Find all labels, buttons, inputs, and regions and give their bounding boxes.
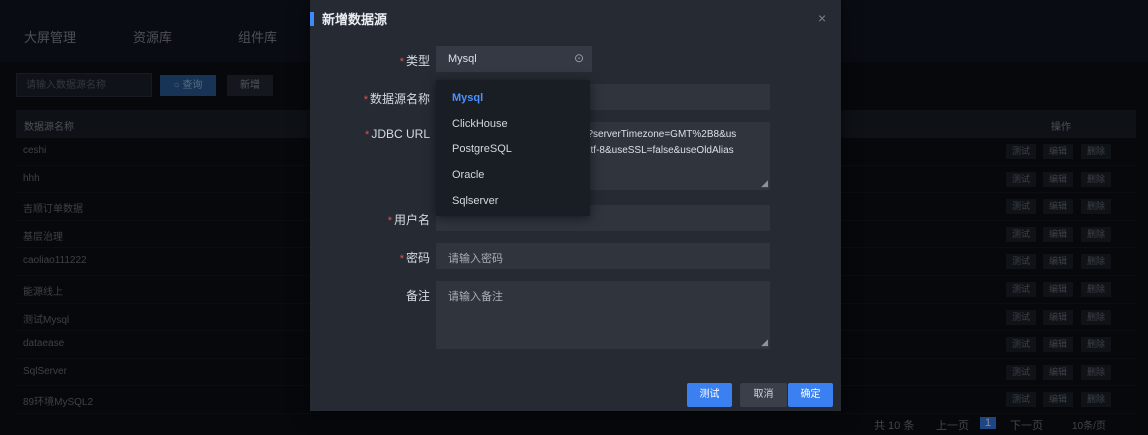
clear-icon[interactable]: ⊙ (574, 51, 584, 65)
required-marker: * (399, 253, 404, 265)
type-dropdown: Mysql ClickHouse PostgreSQL Oracle Sqlse… (436, 80, 590, 216)
option-postgresql[interactable]: PostgreSQL (452, 143, 512, 155)
option-sqlserver[interactable]: Sqlserver (452, 195, 498, 207)
required-marker: * (363, 94, 368, 106)
dialog-title: 新增数据源 (322, 12, 388, 27)
resize-handle-icon[interactable]: ◢ (761, 337, 768, 348)
required-marker: * (399, 56, 404, 68)
required-marker: * (365, 129, 370, 141)
cancel-button[interactable]: 取消 (740, 383, 787, 407)
password-label: * 密码 (399, 251, 430, 265)
confirm-button[interactable]: 确定 (788, 383, 833, 407)
type-select[interactable]: Mysql ⊙ (436, 46, 592, 72)
type-label: * 类型 (399, 54, 430, 68)
resize-handle-icon[interactable]: ◢ (761, 178, 768, 189)
remark-textarea[interactable]: 请输入备注 ◢ (436, 281, 770, 349)
type-select-value: Mysql (448, 53, 477, 65)
jdbc-label: * JDBC URL (365, 127, 430, 141)
name-label: * 数据源名称 (363, 92, 430, 106)
option-mysql[interactable]: Mysql (452, 92, 483, 104)
jdbc-value: ame?serverTimezone=GMT%2B8&us ng=utf-8&u… (568, 129, 737, 156)
password-placeholder: 请输入密码 (448, 253, 503, 265)
username-label: * 用户名 (387, 213, 430, 227)
option-clickhouse[interactable]: ClickHouse (452, 118, 508, 130)
remark-placeholder: 请输入备注 (448, 291, 503, 303)
close-icon[interactable]: × (818, 10, 826, 26)
required-marker: * (387, 215, 392, 227)
title-accent-bar (310, 12, 314, 26)
option-oracle[interactable]: Oracle (452, 169, 484, 181)
remark-label: 备注 (405, 289, 430, 303)
password-input[interactable]: 请输入密码 (436, 243, 770, 269)
test-connection-button[interactable]: 测试 (687, 383, 732, 407)
